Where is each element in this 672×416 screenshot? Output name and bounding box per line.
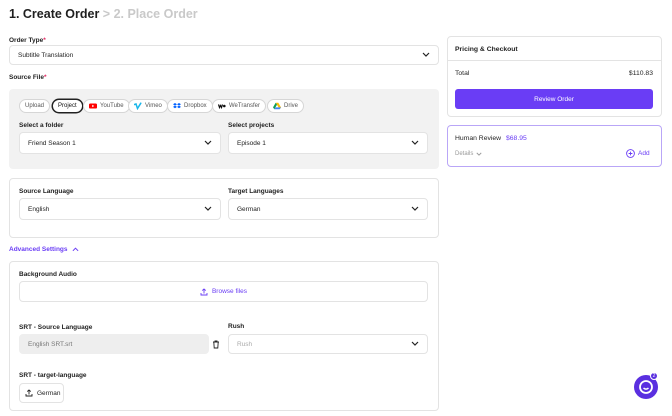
plus-circle-icon [626,149,635,158]
srt-target-label: SRT - target-language [19,372,87,379]
human-review-add-button[interactable]: Add [626,149,650,158]
source-language-value: English [28,205,50,213]
srt-source-value: English SRT.srt [28,340,73,348]
dropbox-icon [173,103,181,109]
target-languages-value: German [237,205,261,213]
srt-target-upload-button[interactable]: German [19,383,64,403]
page-title: 1. Create Order > 2. Place Order [9,7,198,21]
tab-dropbox[interactable]: Dropbox [167,99,213,113]
total-value: $110.83 [628,70,653,77]
step-create-order: 1. Create Order [9,7,100,21]
projects-select[interactable]: Episode 1 [228,132,428,154]
rush-select[interactable]: Rush [228,334,428,354]
human-review-card [447,125,662,167]
review-order-button[interactable]: Review Order [455,89,653,109]
srt-source-label: SRT - Source Language [19,324,93,331]
target-languages-label: Target Languages [228,188,284,195]
chevron-down-icon [411,206,419,211]
rush-placeholder: Rush [237,340,253,348]
tab-vimeo[interactable]: Vimeo [128,99,168,113]
step-place-order: > 2. Place Order [99,7,198,21]
upload-icon [25,389,33,397]
background-audio-label: Background Audio [19,271,77,278]
upload-icon [200,287,208,295]
tab-upload[interactable]: Upload [19,99,51,113]
tab-project[interactable]: Project [52,99,83,113]
human-review-price: $68.95 [505,135,527,142]
trash-icon[interactable] [212,340,220,349]
folder-select[interactable]: Friend Season 1 [19,132,221,154]
checkout-divider [447,60,662,61]
source-language-label: Source Language [19,188,74,195]
checkout-title: Pricing & Checkout [455,46,518,53]
target-languages-select[interactable]: German [228,198,428,220]
total-label: Total [455,70,470,77]
tab-youtube[interactable]: YouTube [83,99,130,113]
folder-label: Select a folder [19,122,64,129]
vimeo-icon [134,102,142,110]
advanced-settings-toggle[interactable]: Advanced Settings [9,246,79,253]
source-file-label: Source File* [9,74,47,81]
chevron-down-icon [411,341,419,346]
projects-label: Select projects [228,122,275,129]
folder-value: Friend Season 1 [28,139,76,147]
chevron-down-icon [204,140,212,145]
rush-label: Rush [228,323,245,330]
chevron-down-icon [422,52,430,57]
chat-badge: 2 [650,372,658,380]
chevron-down-icon [204,206,212,211]
human-review-title: Human Review $68.95 [455,135,527,142]
srt-source-file: English SRT.srt [19,334,209,354]
tab-wetransfer[interactable]: WeTransfer [212,99,267,113]
chevron-down-icon [411,140,419,145]
human-review-details[interactable]: Details [455,151,482,157]
browse-files-button[interactable]: Browse files [19,281,428,302]
chevron-down-icon [476,152,482,156]
chevron-up-icon [72,247,79,252]
source-language-select[interactable]: English [19,198,221,220]
tab-drive[interactable]: Drive [267,99,305,113]
wetransfer-icon [218,104,226,110]
projects-value: Episode 1 [237,139,266,147]
order-type-value: Subtitle Translation [18,51,74,59]
youtube-icon [89,103,97,109]
google-drive-icon [273,102,281,110]
order-type-label: Order Type* [9,37,46,44]
order-type-select[interactable]: Subtitle Translation [9,45,439,65]
